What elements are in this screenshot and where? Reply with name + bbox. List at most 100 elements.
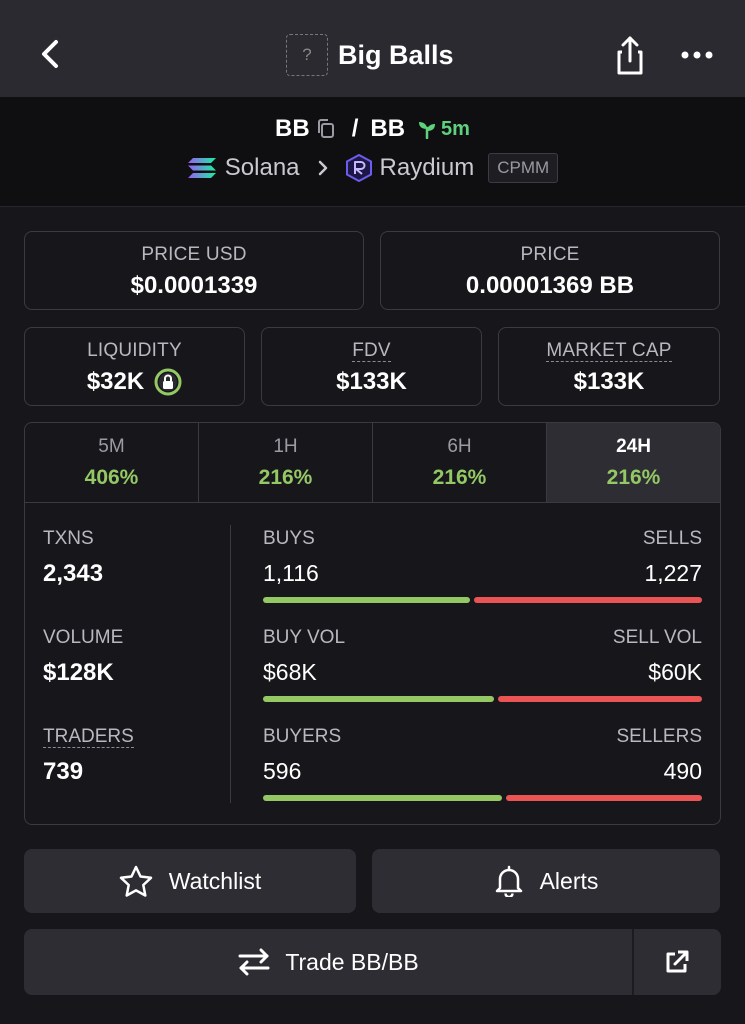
- tab-change: 216%: [258, 466, 313, 489]
- base-symbol: BB: [275, 115, 310, 142]
- row-values: 1,116 1,227: [263, 560, 702, 587]
- share-icon[interactable]: [610, 34, 650, 76]
- volume-split-row: BUY VOL SELL VOL $68K $60K: [263, 627, 702, 726]
- column-divider: [230, 525, 231, 803]
- buyers-label: BUYERS: [263, 726, 342, 747]
- sellers-label: SELLERS: [616, 726, 702, 747]
- buyers-bar: [263, 795, 502, 801]
- chevron-right-icon: [318, 160, 327, 176]
- sells-bar: [474, 597, 702, 603]
- price-native-value: 0.00001369 BB: [465, 272, 635, 299]
- market-cap-label-wrap: MARKET CAP: [499, 340, 719, 362]
- volume-ratio-bar: [263, 696, 702, 702]
- buys-label: BUYS: [263, 528, 315, 549]
- buy-sell-breakdown: BUYS SELLS 1,116 1,227 BUY VOL SELL VOL …: [263, 528, 702, 824]
- swap-arrows-icon: [238, 948, 270, 976]
- row-labels: BUYERS SELLERS: [263, 726, 702, 748]
- row-labels: BUY VOL SELL VOL: [263, 627, 702, 649]
- txns-metric: TXNS 2,343: [43, 528, 223, 627]
- buys-sells-ratio-bar: [263, 597, 702, 603]
- token-placeholder-icon: ?: [286, 34, 328, 76]
- volume-metric: VOLUME $128K: [43, 627, 223, 726]
- chain-dex-line: Solana Raydium CPMM: [0, 153, 745, 183]
- trade-label: Trade BB/BB: [285, 948, 419, 975]
- tab-change: 406%: [84, 466, 139, 489]
- liquidity-card: LIQUIDITY $32K: [24, 327, 245, 406]
- watchlist-label: Watchlist: [168, 867, 262, 894]
- trade-bar: Trade BB/BB: [24, 929, 721, 995]
- pool-type-badge: CPMM: [488, 153, 559, 183]
- traders-value: 739: [43, 758, 84, 785]
- fdv-value: $133K: [336, 368, 407, 395]
- makers-ratio-bar: [263, 795, 702, 801]
- tab-6h[interactable]: 6H 216%: [373, 423, 547, 502]
- tab-24h[interactable]: 24H 216%: [547, 423, 720, 502]
- tab-1h[interactable]: 1H 216%: [199, 423, 373, 502]
- sell-vol-value: $60K: [648, 659, 702, 685]
- market-cap-card[interactable]: MARKET CAP $133K: [498, 327, 720, 406]
- dex-name[interactable]: Raydium: [380, 154, 475, 182]
- raydium-icon: [345, 154, 372, 182]
- price-usd-value: $0.0001339: [130, 272, 258, 299]
- buyers-value: 596: [263, 758, 302, 784]
- liquidity-value-group: $32K: [25, 368, 244, 396]
- buy-vol-value: $68K: [263, 659, 317, 685]
- summary-metrics: TXNS 2,343 VOLUME $128K TRADERS 739: [43, 528, 223, 824]
- buys-bar: [263, 597, 471, 603]
- timeframe-tabs: 5M 406% 1H 216% 6H 216% 24H 216%: [25, 423, 720, 503]
- tab-label: 24H: [616, 436, 651, 457]
- pair-info: BB / BB 5m Solana Raydium CPMM: [0, 97, 745, 207]
- sells-label: SELLS: [642, 528, 702, 549]
- buy-vol-label: BUY VOL: [263, 627, 346, 648]
- solana-icon: [187, 158, 216, 178]
- traders-label: TRADERS: [43, 726, 134, 748]
- alerts-button[interactable]: Alerts: [372, 849, 720, 913]
- pair-age: 5m: [417, 118, 470, 141]
- buy-vol-bar: [263, 696, 495, 702]
- star-icon: [119, 865, 153, 897]
- alerts-label: Alerts: [539, 867, 599, 894]
- tab-5m[interactable]: 5M 406%: [25, 423, 199, 502]
- liquidity-label: LIQUIDITY: [87, 340, 182, 361]
- buys-sells-row: BUYS SELLS 1,116 1,227: [263, 528, 702, 627]
- price-native-card: PRICE 0.00001369 BB: [380, 231, 720, 310]
- chain-name[interactable]: Solana: [225, 154, 300, 182]
- fdv-card[interactable]: FDV $133K: [261, 327, 482, 406]
- tab-label: 1H: [273, 436, 298, 457]
- more-options-icon[interactable]: [680, 44, 714, 66]
- sell-vol-bar: [498, 696, 702, 702]
- fdv-label: FDV: [352, 340, 391, 362]
- watchlist-button[interactable]: Watchlist: [24, 849, 356, 913]
- pair-age-value: 5m: [441, 117, 470, 140]
- sell-vol-label: SELL VOL: [612, 627, 702, 648]
- txns-value: 2,343: [43, 560, 104, 587]
- makers-row: BUYERS SELLERS 596 490: [263, 726, 702, 824]
- sellers-bar: [505, 795, 702, 801]
- copy-icon[interactable]: [316, 118, 336, 140]
- market-cap-label: MARKET CAP: [546, 340, 672, 362]
- external-link-icon[interactable]: [664, 949, 690, 975]
- pair-slash: /: [351, 115, 359, 142]
- traders-label-wrap: TRADERS: [43, 726, 223, 748]
- sprout-icon: [419, 122, 436, 139]
- row-values: 596 490: [263, 758, 702, 785]
- txns-label: TXNS: [43, 528, 94, 549]
- traders-metric[interactable]: TRADERS 739: [43, 726, 223, 824]
- back-arrow-icon[interactable]: [30, 32, 70, 76]
- page-title-group: ? Big Balls: [286, 34, 454, 76]
- price-native-label: PRICE: [520, 244, 580, 265]
- trade-button[interactable]: Trade BB/BB: [24, 929, 634, 995]
- row-labels: BUYS SELLS: [263, 528, 702, 550]
- pair-name: BB / BB 5m: [0, 115, 745, 143]
- volume-label: VOLUME: [43, 627, 124, 648]
- quote-symbol: BB: [370, 115, 406, 142]
- top-bar: ? Big Balls: [0, 0, 745, 97]
- buys-value: 1,116: [263, 560, 319, 586]
- market-cap-value: $133K: [573, 368, 645, 395]
- lock-icon[interactable]: [154, 368, 182, 396]
- price-usd-card: PRICE USD $0.0001339: [24, 231, 364, 310]
- bell-icon: [495, 865, 522, 897]
- sells-value: 1,227: [644, 560, 702, 586]
- liquidity-value: $32K: [86, 368, 145, 395]
- volume-value: $128K: [43, 659, 114, 686]
